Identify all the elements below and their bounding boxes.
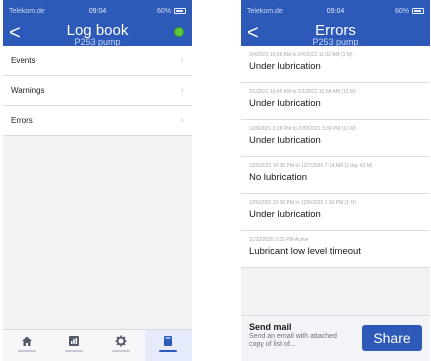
list-item[interactable]: 2/4/2021 10:56 AM to 2/4/2021 11:02 AM (… — [241, 46, 430, 83]
error-timestamp: 12/6/2020 12:36 PM to 12/6/2020 1:36 PM … — [249, 200, 356, 206]
error-title: Under lubrication — [249, 135, 321, 146]
error-title: Under lubrication — [249, 98, 321, 109]
list-item[interactable]: 12/6/2020 10:35 PM to 12/7/2020 7:14 AM … — [241, 157, 430, 194]
error-timestamp: 12/6/2020 10:35 PM to 12/7/2020 7:14 AM … — [249, 163, 373, 169]
menu-item-label: Errors — [11, 116, 33, 125]
error-timestamp: 2/1/2021 10:45 AM to 2/1/2021 10:58 AM (… — [249, 89, 356, 95]
send-mail-description: Send an email with attached copy of list… — [249, 333, 337, 348]
send-mail-panel: Send mail Send an email with attached co… — [241, 315, 430, 361]
tab-logbook[interactable] — [144, 330, 192, 361]
menu-item-events[interactable]: Events › — [3, 46, 192, 76]
error-title: No lubrication — [249, 172, 308, 183]
navigation-bar: < Log book P253 pump — [3, 22, 192, 47]
carrier-label: Telekom.de — [9, 7, 45, 15]
battery-label: 60% — [394, 7, 409, 15]
list-item[interactable]: 12/6/2020 12:36 PM to 12/6/2020 1:36 PM … — [241, 194, 430, 231]
time-label: 09:04 — [326, 7, 345, 15]
dashboard-icon — [68, 336, 79, 346]
logbook-menu: Events › Warnings › Errors › — [3, 46, 192, 136]
status-bar: Telekom.de 09:04 60% — [241, 0, 430, 22]
list-item[interactable]: 2/1/2021 10:45 AM to 2/1/2021 10:58 AM (… — [241, 83, 430, 120]
menu-item-label: Warnings — [11, 86, 45, 95]
error-timestamp: 11/23/2020 2:32 PM Active — [249, 237, 309, 243]
error-timestamp: 2/4/2021 10:56 AM to 2/4/2021 11:02 AM (… — [249, 52, 353, 58]
page-subtitle: P253 pump — [312, 37, 359, 47]
tab-bar — [3, 329, 192, 361]
chevron-right-icon: › — [180, 55, 184, 66]
battery-label: 60% — [156, 7, 171, 15]
errors-screen: Telekom.de 09:04 60% < Errors P253 pump … — [241, 0, 430, 361]
home-icon — [21, 336, 32, 346]
error-title: Under lubrication — [249, 61, 321, 72]
menu-item-errors[interactable]: Errors › — [3, 106, 192, 136]
chevron-right-icon: › — [180, 85, 184, 96]
tab-settings[interactable] — [98, 330, 145, 361]
error-timestamp: 12/9/2021 3:28 PM to 12/9/2021 3:39 PM (… — [249, 126, 356, 132]
book-icon — [164, 336, 173, 346]
carrier-label: Telekom.de — [247, 7, 283, 15]
share-button[interactable]: Share — [362, 325, 422, 351]
error-title: Under lubrication — [249, 209, 321, 220]
logbook-screen: Telekom.de 09:04 60% < Log book P253 pum… — [3, 0, 192, 361]
tab-dashboard[interactable] — [50, 330, 97, 361]
menu-item-warnings[interactable]: Warnings › — [3, 76, 192, 106]
menu-item-label: Events — [11, 56, 36, 65]
battery-icon — [412, 8, 424, 14]
battery-icon — [174, 8, 186, 14]
page-subtitle: P253 pump — [74, 37, 121, 47]
list-item[interactable]: 12/9/2021 3:28 PM to 12/9/2021 3:39 PM (… — [241, 120, 430, 157]
gear-icon — [115, 335, 127, 347]
status-indicator-icon — [174, 27, 184, 37]
list-item[interactable]: 11/23/2020 2:32 PM Active Lubricant low … — [241, 231, 430, 268]
time-label: 09:04 — [88, 7, 107, 15]
tab-home[interactable] — [3, 330, 50, 361]
error-title: Lubricant low level timeout — [249, 246, 361, 257]
chevron-right-icon: › — [180, 115, 184, 126]
error-list: 2/4/2021 10:56 AM to 2/4/2021 11:02 AM (… — [241, 46, 430, 268]
status-bar: Telekom.de 09:04 60% — [3, 0, 192, 22]
navigation-bar: < Errors P253 pump — [241, 22, 430, 47]
